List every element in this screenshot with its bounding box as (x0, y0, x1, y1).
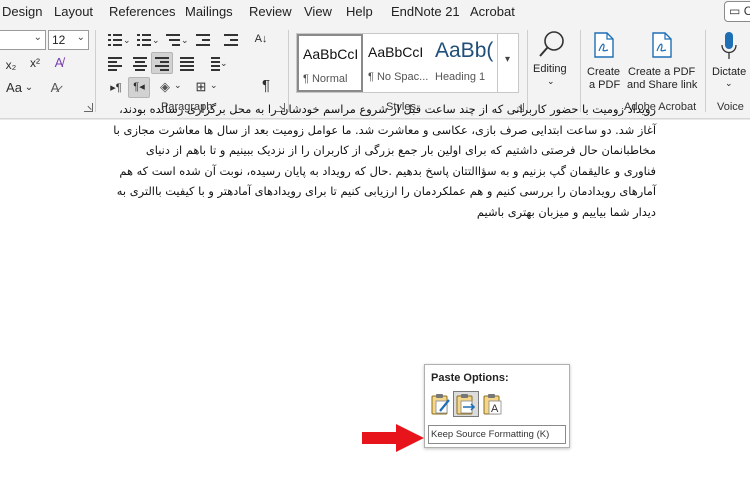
red-arrow-icon (362, 424, 424, 452)
chevron-down-icon[interactable]: ⌄ (24, 79, 34, 97)
text-effects-icon[interactable]: A̸ (50, 54, 68, 72)
chevron-down-icon: ⌄ (33, 32, 42, 43)
paste-text-only-button[interactable]: A (481, 391, 507, 417)
chevron-down-icon[interactable]: ⌄ (174, 76, 182, 94)
decrease-indent-icon[interactable] (196, 34, 210, 46)
paragraph-line: رویداد زومیت با حضور کاربرانی که از چند … (119, 102, 656, 116)
keep-source-formatting-tooltip: Keep Source Formatting (K) (428, 425, 566, 444)
sort-icon[interactable]: A↓ (250, 30, 272, 48)
clipboard-brush-icon (431, 394, 450, 415)
ltr-direction-icon[interactable]: ▸¶ (106, 79, 126, 97)
clear-formatting-icon[interactable]: A̷ (46, 79, 64, 97)
menu-bar: Design Layout References Mailings Review… (0, 0, 750, 24)
svg-text:A: A (491, 403, 499, 415)
create-pdf-button[interactable]: Create a PDF (584, 28, 624, 96)
paste-options-title: Paste Options: (431, 372, 509, 384)
align-right-button[interactable] (151, 52, 173, 74)
increase-indent-icon[interactable] (224, 34, 238, 46)
microphone-icon (721, 32, 737, 59)
paragraph-line: دیدار شما بیاییم و میزبان بهتری باشیم (476, 204, 656, 219)
show-formatting-button[interactable]: ¶ (258, 77, 274, 95)
tab-view[interactable]: View (304, 4, 332, 19)
line-spacing-icon[interactable] (206, 57, 220, 71)
multilevel-list-icon[interactable] (166, 34, 180, 46)
tab-acrobat[interactable]: Acrobat (470, 4, 515, 19)
pdf-document-icon (594, 32, 614, 58)
chevron-down-icon: ⌄ (547, 76, 555, 86)
align-right-icon (155, 57, 169, 71)
tab-endnote[interactable]: EndNote 21 (391, 4, 460, 19)
align-center-icon[interactable] (133, 57, 147, 71)
paragraph-line: فناوری و عالیقمان گپ بزنیم و به سؤاالتتا… (119, 163, 656, 178)
rtl-direction-button[interactable]: ¶◂ (128, 77, 150, 98)
chevron-down-icon[interactable]: ⌄ (181, 31, 189, 49)
paste-merge-formatting-button[interactable] (453, 391, 479, 417)
subscript-button[interactable]: x₂ (2, 56, 20, 74)
bullets-icon[interactable] (108, 34, 122, 46)
numbering-icon[interactable] (137, 34, 151, 46)
paragraph-line: آمارهای رویدادمان را بررسی کنیم و هم عمل… (116, 184, 656, 198)
superscript-button[interactable]: x² (26, 54, 44, 72)
tab-mailings[interactable]: Mailings (185, 4, 233, 19)
document-body[interactable]: رویداد زومیت با حضور کاربرانی که از چند … (90, 99, 656, 222)
font-size-select[interactable]: 12 ⌄ (48, 30, 89, 50)
style-no-spacing[interactable]: AaBbCcI ¶ No Spac... (364, 34, 430, 92)
create-pdf-share-button[interactable]: Create a PDF and Share link (626, 28, 698, 96)
tab-review[interactable]: Review (249, 4, 292, 19)
voice-group-label: Voice (717, 101, 744, 113)
find-magnifier-icon (539, 31, 564, 57)
paste-keep-source-button[interactable] (428, 391, 454, 417)
paragraph-line: آغاز شد. دو ساعت ابتدایی صرف بازی، عکاسی… (113, 122, 656, 137)
tab-help[interactable]: Help (346, 4, 373, 19)
shading-icon[interactable]: ◈ (156, 78, 174, 96)
font-name-select[interactable]: ⌄ (0, 30, 46, 50)
clipboard-arrow-icon (456, 394, 476, 415)
styles-more-button[interactable]: ▾ (497, 34, 517, 92)
style-heading-1[interactable]: AaBb( Heading 1 (431, 34, 497, 92)
chevron-down-icon[interactable]: ⌄ (220, 54, 228, 72)
tab-references[interactable]: References (109, 4, 175, 19)
tab-design[interactable]: Design (2, 4, 42, 19)
chevron-down-icon[interactable]: ⌄ (152, 31, 160, 49)
tab-layout[interactable]: Layout (54, 4, 93, 19)
paragraph-line: مخاطبانمان حال فرصتی داشتیم که برای اولی… (145, 143, 656, 157)
styles-gallery: AaBbCcI ¶ Normal AaBbCcI ¶ No Spac... Aa… (296, 33, 519, 93)
style-normal[interactable]: AaBbCcI ¶ Normal (297, 34, 363, 92)
chevron-down-icon: ⌄ (725, 78, 733, 88)
dictate-button[interactable]: Dictate ⌄ (708, 28, 750, 96)
chevron-down-icon: ▾ (504, 54, 511, 65)
justify-icon[interactable] (180, 57, 194, 71)
change-case-button[interactable]: Aa (2, 79, 26, 97)
group-separator (705, 30, 706, 112)
rtl-direction-icon: ¶◂ (133, 81, 145, 93)
chevron-down-icon: ⌄ (76, 32, 85, 43)
comment-icon: ▭ (729, 4, 741, 18)
clipboard-text-icon: A (483, 394, 502, 415)
borders-icon[interactable]: ⊞ (192, 78, 210, 96)
align-left-icon[interactable] (108, 57, 122, 71)
paste-options-popup: Paste Options: A Keep Source Formatting … (424, 364, 570, 448)
comments-button[interactable]: ▭ C (724, 1, 750, 22)
chevron-down-icon[interactable]: ⌄ (210, 76, 218, 94)
chevron-down-icon[interactable]: ⌄ (123, 31, 131, 49)
pdf-share-icon (652, 32, 672, 58)
editing-button[interactable]: Editing ⌄ (530, 28, 574, 92)
